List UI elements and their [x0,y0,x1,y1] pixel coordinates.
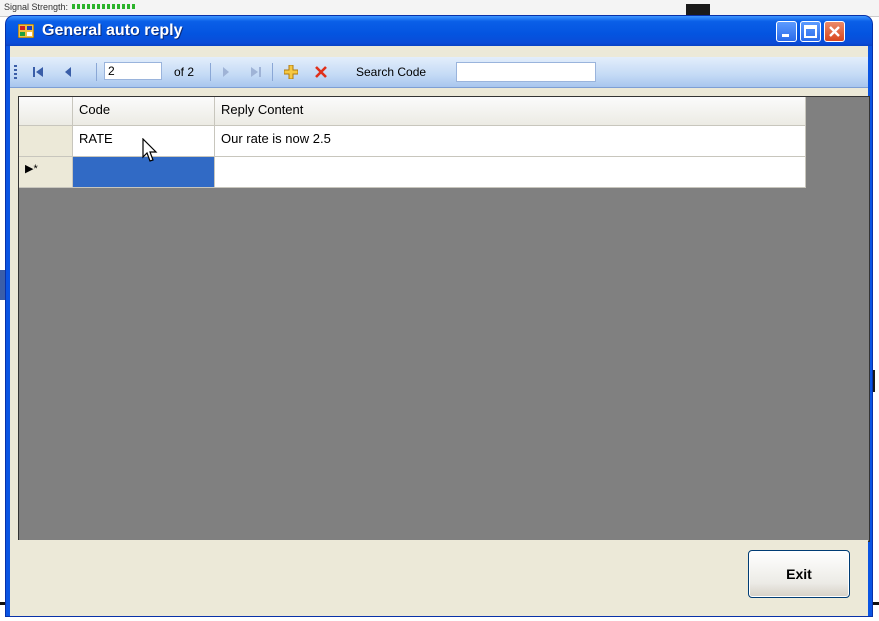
toolbar-grip[interactable] [14,65,17,81]
search-code-input[interactable] [456,62,596,82]
maximize-icon [804,25,817,38]
toolbar-separator [210,63,211,81]
mouse-cursor-icon [142,138,158,162]
background-fragment [686,4,710,16]
window-client-area: of 2 Search Code Code Reply Content [10,46,870,616]
move-next-icon[interactable] [220,66,232,78]
move-first-icon[interactable] [32,66,44,78]
search-code-label: Search Code [356,65,427,79]
column-header-code[interactable]: Code [73,97,215,126]
close-button[interactable] [824,21,845,42]
minimize-icon [782,34,789,37]
delete-icon[interactable] [314,65,328,79]
minimize-button[interactable] [776,21,797,42]
toolbar-separator [272,63,273,81]
new-row-header[interactable]: ▶* [19,157,73,188]
maximize-button[interactable] [800,21,821,42]
footer-panel [10,540,868,616]
title-bar[interactable]: General auto reply [6,16,872,46]
position-input[interactable] [104,62,162,80]
close-icon [829,26,840,37]
move-previous-icon[interactable] [62,66,74,78]
record-count-label: of 2 [174,65,195,79]
row-header[interactable] [19,126,73,157]
column-header-reply-content[interactable]: Reply Content [215,97,806,126]
app-icon [18,24,34,38]
binding-navigator-toolbar: of 2 Search Code [10,57,868,88]
add-new-icon[interactable] [284,65,298,79]
background-window-strip: Signal Strength: [0,0,879,17]
move-last-icon[interactable] [250,66,262,78]
grid-corner-header[interactable] [19,97,73,126]
toolbar-separator [96,63,97,81]
background-text: Signal Strength: [4,2,69,12]
background-fragment [872,370,875,392]
window-title: General auto reply [42,22,183,39]
cell-reply-content-new[interactable] [215,157,806,188]
cell-reply-content[interactable]: Our rate is now 2.5 [215,126,806,157]
signal-strength-bar [72,4,136,9]
exit-button[interactable]: Exit [748,550,850,598]
auto-reply-window: General auto reply of 2 [6,16,872,616]
